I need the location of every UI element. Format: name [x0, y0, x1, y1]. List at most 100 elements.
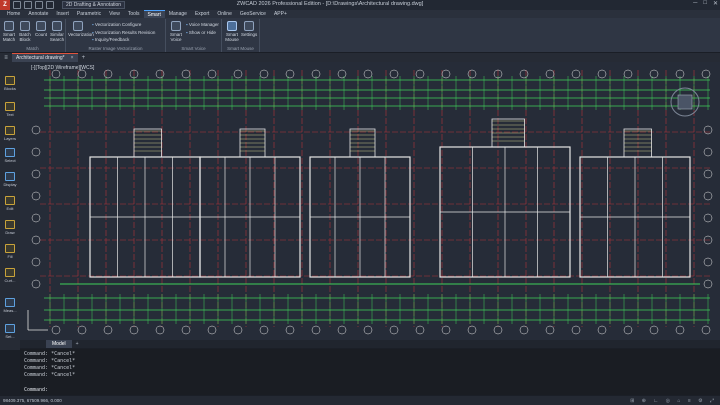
grid-bubble	[337, 69, 347, 79]
settings-button[interactable]: Settings	[241, 21, 257, 37]
grid-bubble	[441, 325, 451, 335]
grid-bubble	[623, 69, 633, 79]
grid-bubble	[597, 325, 607, 335]
floor-plan-drawing[interactable]	[20, 62, 720, 340]
open-file-icon[interactable]	[24, 1, 32, 9]
tab-model[interactable]: Model	[46, 340, 72, 348]
grid-bubble	[285, 69, 295, 79]
similar-search-button[interactable]: Similar Search	[49, 21, 65, 42]
grid-bubble	[181, 69, 191, 79]
grid-bubble	[207, 69, 217, 79]
grid-bubble	[467, 325, 477, 335]
menu-manage[interactable]: Manage	[165, 10, 191, 18]
app-title: ZWCAD 2026 Professional Edition - [D:\Dr…	[236, 1, 424, 7]
smart-match-button[interactable]: Smart Match	[1, 21, 17, 42]
menu-home[interactable]: Home	[3, 10, 24, 18]
inquiry-feedback-button[interactable]: Inquiry/Feedback	[92, 36, 155, 44]
menu-parametric[interactable]: Parametric	[73, 10, 105, 18]
menu-export[interactable]: Export	[191, 10, 213, 18]
grid-bubble	[649, 325, 659, 335]
close-tab-icon[interactable]: ×	[71, 55, 74, 61]
maximize-button[interactable]: □	[703, 0, 707, 7]
batch-block-button[interactable]: Batch Block	[17, 21, 33, 42]
grid-bubble	[31, 235, 41, 245]
undo-icon[interactable]	[46, 1, 54, 9]
menu-geoservice[interactable]: GeoService	[236, 10, 270, 18]
vectorization-revision-button[interactable]: Vectorization Results Revision	[92, 29, 156, 37]
display-icon	[5, 172, 15, 181]
group-label-raster: Raster Image Vectorization	[88, 46, 143, 51]
draw-icon	[5, 220, 15, 229]
blocks-icon	[5, 76, 15, 85]
ribbon-group-mouse: Smart Mouse Settings Smart Mouse	[222, 19, 260, 52]
smart-mouse-button[interactable]: Smart Mouse	[224, 21, 240, 42]
menu-view[interactable]: View	[105, 10, 124, 18]
grid-bubble	[311, 325, 321, 335]
grid-bubble	[233, 69, 243, 79]
command-history: Command: *Cancel* Command: *Cancel* Comm…	[20, 349, 720, 395]
tab-architectural-drawing[interactable]: Architectural drawing* ×	[12, 53, 78, 62]
grid-bubble	[441, 69, 451, 79]
palette-item-settings[interactable]: Set...	[2, 324, 18, 339]
save-icon[interactable]	[35, 1, 43, 9]
palette-item-curt[interactable]: Curt...	[2, 268, 18, 283]
vectorization-icon	[73, 21, 83, 31]
edit-icon	[5, 196, 15, 205]
grid-bubble	[103, 69, 113, 79]
palette-item-measure[interactable]: Meas...	[2, 298, 18, 313]
grid-bubble	[31, 125, 41, 135]
drawing-canvas[interactable]	[20, 62, 720, 340]
grid-bubble	[155, 325, 165, 335]
grid-bubble	[129, 325, 139, 335]
palette-item-blocks[interactable]: Blocks	[2, 76, 18, 91]
status-toggle-icons[interactable]: ⊞ ⊕ ∟ ◎ ⌂ ≡ ⚙ ⤢	[630, 398, 717, 404]
close-button[interactable]: ✕	[713, 0, 718, 7]
menu-app-plus[interactable]: APP+	[270, 10, 291, 18]
vectorization-button[interactable]: Vectorization	[68, 21, 94, 37]
workspace-select[interactable]: 2D Drafting & Annotation	[62, 1, 126, 9]
grid-bubble	[181, 325, 191, 335]
grid-bubble	[103, 325, 113, 335]
grid-bubble	[675, 325, 685, 335]
batch-block-icon	[20, 21, 30, 31]
grid-bubble	[51, 69, 61, 79]
palette-item-draw[interactable]: Draw	[2, 220, 18, 235]
new-file-icon[interactable]	[13, 1, 21, 9]
menu-online[interactable]: Online	[213, 10, 235, 18]
command-line: Command: *Cancel*	[24, 358, 76, 364]
menu-annotate[interactable]: Annotate	[24, 10, 52, 18]
grid-bubble	[155, 69, 165, 79]
grid-bubble	[259, 325, 269, 335]
palette-item-edit[interactable]: Edit	[2, 196, 18, 211]
grid-bubble	[31, 213, 41, 223]
minimize-button[interactable]: ─	[693, 0, 697, 7]
ribbon-group-voice: Smart Voice Voice Manager Show or Hide S…	[166, 19, 222, 52]
palette-item-fill[interactable]: Fill	[2, 244, 18, 259]
command-input[interactable]: Command:	[24, 387, 48, 393]
microphone-icon	[171, 21, 181, 31]
app-logo-icon[interactable]: Z	[0, 0, 10, 10]
count-button[interactable]: Count	[33, 21, 49, 37]
grid-bubble	[545, 69, 555, 79]
menu-tools[interactable]: Tools	[124, 10, 144, 18]
menu-insert[interactable]: Insert	[52, 10, 73, 18]
status-bar: 98409.375, 67509.966, 0.000 ⊞ ⊕ ∟ ◎ ⌂ ≡ …	[0, 396, 720, 405]
grid-bubble	[31, 279, 41, 289]
palette-item-layers[interactable]: Layers	[2, 126, 18, 141]
smart-voice-button[interactable]: Smart Voice	[168, 21, 184, 42]
palette-item-select[interactable]: Select	[2, 148, 18, 163]
palette-item-display[interactable]: Display	[2, 172, 18, 187]
menu-bar: Home Annotate Insert Parametric View Too…	[0, 9, 720, 19]
document-tab-bar: ≡ Architectural drawing* × +	[0, 53, 720, 62]
vectorization-configure-button[interactable]: Vectorization Configure	[92, 21, 155, 29]
hamburger-menu-icon[interactable]: ≡	[0, 55, 12, 61]
ribbon-group-match: Smart Match Batch Block Count Similar Se…	[0, 19, 66, 52]
fill-icon	[5, 244, 15, 253]
palette-item-text[interactable]: Text	[2, 102, 18, 117]
voice-manager-button[interactable]: Voice Manager	[186, 21, 219, 29]
new-tab-button[interactable]: +	[82, 55, 86, 61]
viewport-controls-label[interactable]: [-][Top][2D Wireframe][WCS]	[31, 65, 94, 71]
add-layout-button[interactable]: +	[76, 341, 79, 347]
measure-icon	[5, 298, 15, 307]
show-or-hide-button[interactable]: Show or Hide	[186, 29, 219, 37]
